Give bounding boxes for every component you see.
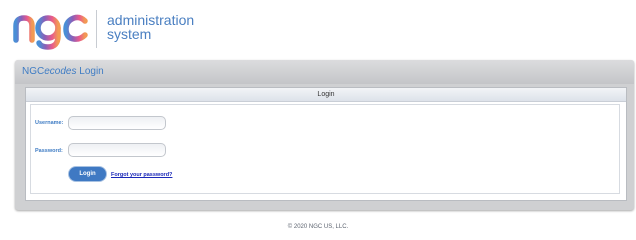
login-form-header: Login <box>26 88 626 102</box>
system-title: administration system <box>107 13 194 41</box>
login-button[interactable]: Login <box>69 167 106 181</box>
password-field-wrapper <box>68 143 166 162</box>
login-form: Login Username: Password: Login Forgot y… <box>25 87 627 201</box>
copyright-footer: © 2020 NGC US, LLC. <box>287 224 349 230</box>
username-field-wrapper <box>68 116 166 135</box>
system-title-line2: system <box>107 26 152 42</box>
system-title-line1: administration <box>107 12 195 28</box>
ngc-logo <box>13 14 88 50</box>
login-panel-header: NGCecodes Login <box>15 60 634 84</box>
username-field[interactable] <box>69 123 165 135</box>
forgot-password-link[interactable]: Forgot your password? <box>111 172 172 178</box>
username-label: Username: <box>35 120 64 126</box>
login-panel: NGCecodes Login Login Username: Password… <box>15 60 634 210</box>
title-emphasis: ecodes <box>44 66 77 77</box>
site-header: administration system <box>0 0 636 58</box>
login-panel-title: NGCecodes Login <box>22 66 104 77</box>
login-form-body: Username: Password: Login Forgot your pa… <box>30 104 620 194</box>
logo-divider <box>96 10 97 48</box>
title-suffix: Login <box>76 66 104 77</box>
password-field[interactable] <box>69 150 165 162</box>
title-prefix: NGC <box>22 66 45 77</box>
password-label: Password: <box>35 148 63 154</box>
